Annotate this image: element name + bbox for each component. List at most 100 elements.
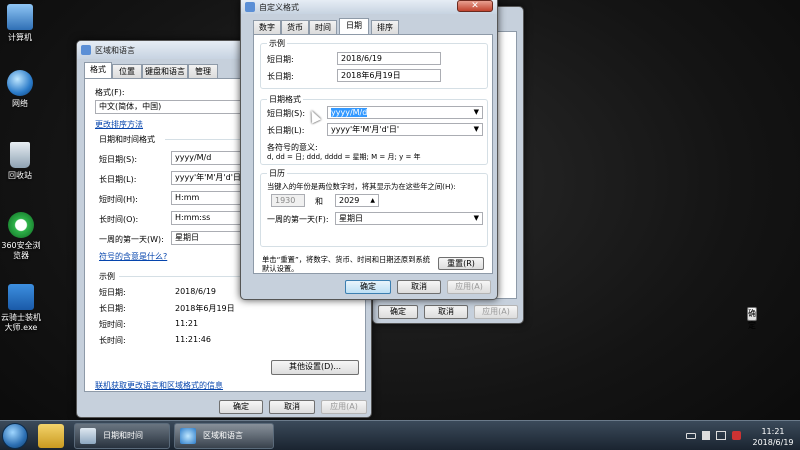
year-to-spinner[interactable]: 2029 ▲ — [335, 194, 379, 207]
custom-example-group: 示例 短日期: 2018/6/19 长日期: 2018年6月19日 — [260, 38, 488, 89]
taskbar: 日期和时间 区域和语言 11:21 2018/6/19 — [0, 420, 800, 450]
computer-icon — [7, 4, 33, 30]
network-globe-icon — [7, 70, 33, 96]
custom-first-day-value: 星期日 — [339, 214, 363, 223]
format-label: 格式(F): — [95, 88, 125, 97]
custom-window-titlebar[interactable]: 自定义格式 ✕ — [241, 0, 497, 14]
date-formats-group: 日期格式 短日期(S): yyyy/M/d ▼ 长日期(L): yyyy'年'M… — [260, 94, 488, 165]
notation-meaning-text: d, dd = 日; ddd, dddd = 星期; M = 月; y = 年 — [267, 153, 421, 161]
customize-format-window: 自定义格式 ✕ 数字 货币 时间 日期 排序 示例 短日期: 2018/6/19… — [240, 0, 498, 300]
tab-administrative[interactable]: 管理 — [188, 64, 218, 78]
region-ok-button[interactable]: 确定 — [219, 400, 263, 414]
tab-keyboards[interactable]: 键盘和语言 — [142, 64, 188, 78]
custom-first-day-select[interactable]: 星期日 ▼ — [335, 212, 483, 225]
volume-tray-icon[interactable] — [732, 431, 741, 440]
start-button[interactable] — [2, 423, 28, 449]
custom-apply-button[interactable]: 应用(A) — [447, 280, 491, 294]
online-info-link[interactable]: 联机获取更改语言和区域格式的信息 — [95, 380, 223, 391]
yunqishi-app-icon — [8, 284, 34, 310]
background-cancel-button[interactable]: 取消 — [424, 305, 468, 319]
background-apply-button[interactable]: 应用(A) — [474, 305, 518, 319]
desktop-icon-yunqishi[interactable]: 云骑士装机大师.exe — [0, 284, 42, 333]
other-settings-button[interactable]: 其他设置(D)... — [271, 360, 359, 375]
close-icon[interactable]: ✕ — [457, 0, 493, 12]
chevron-down-icon[interactable]: ▼ — [474, 107, 479, 118]
network-tray-icon[interactable] — [716, 431, 726, 440]
tab-format[interactable]: 格式 — [84, 62, 112, 78]
year-from-value: 1930 — [275, 196, 296, 205]
desktop-icon-computer[interactable]: 计算机 — [2, 4, 38, 43]
custom-ok-button[interactable]: 确定 — [345, 280, 391, 294]
chevron-down-icon[interactable]: ▼ — [474, 213, 479, 224]
datetime-group-title: 日期和时间格式 — [99, 135, 155, 144]
360-browser-icon — [8, 212, 34, 238]
globe-clock-icon — [180, 428, 196, 444]
calendar-clock-icon — [80, 428, 96, 444]
long-date-label: 长日期(L): — [99, 175, 137, 184]
keyboard-tray-icon[interactable] — [686, 433, 696, 439]
format-select-value: 中文(简体，中国) — [99, 102, 162, 111]
custom-fmt-long-value: yyyy'年'M'月'd'日' — [331, 125, 400, 134]
date-formats-title: 日期格式 — [267, 94, 303, 105]
short-time-label: 短时间(H): — [99, 195, 138, 204]
custom-first-day-label: 一周的第一天(F): — [267, 215, 329, 224]
long-date-value: yyyy'年'M'月'd'日' — [175, 173, 244, 182]
custom-window-title: 自定义格式 — [259, 3, 299, 12]
example-long-date-value: 2018年6月19日 — [175, 304, 235, 313]
region-cancel-button[interactable]: 取消 — [269, 400, 315, 414]
year-from-field: 1930 — [271, 194, 305, 207]
custom-window-icon — [245, 2, 255, 12]
tab-currency[interactable]: 货币 — [281, 20, 309, 34]
short-date-label: 短日期(S): — [99, 155, 138, 164]
reset-button[interactable]: 重置(R) — [438, 257, 484, 270]
taskbar-item-region-language[interactable]: 区域和语言 — [174, 423, 274, 449]
region-apply-button[interactable]: 应用(A) — [321, 400, 367, 414]
region-window-icon — [81, 45, 91, 55]
chevron-down-icon[interactable]: ▼ — [474, 124, 479, 135]
tab-time[interactable]: 时间 — [309, 20, 337, 34]
taskbar-item-date-time[interactable]: 日期和时间 — [74, 423, 170, 449]
recycle-bin-icon — [10, 142, 30, 168]
custom-long-date-label: 长日期: — [267, 72, 294, 81]
notation-meaning-link[interactable]: 符号的含意是什么? — [99, 251, 167, 262]
desktop-icon-network[interactable]: 网络 — [2, 70, 38, 109]
custom-long-date-example: 2018年6月19日 — [337, 69, 441, 82]
and-label: 和 — [315, 197, 323, 206]
explorer-taskbar-icon[interactable] — [38, 424, 64, 448]
example-long-date-label: 长日期: — [99, 304, 126, 313]
tab-location[interactable]: 位置 — [112, 64, 142, 78]
desktop-icon-label: 360安全浏览器 — [1, 241, 41, 260]
short-date-value: yyyy/M/d — [175, 153, 212, 162]
custom-fmt-long-label: 长日期(L): — [267, 126, 305, 135]
desktop-icon-recycle-bin[interactable]: 回收站 — [2, 142, 38, 181]
clock-date: 2018/6/19 — [752, 438, 794, 447]
short-time-value: H:mm — [175, 193, 200, 202]
custom-example-title: 示例 — [267, 38, 287, 49]
reset-description: 单击“重置”，将数字、货币、时间和日期还原到系统默认设置。 — [262, 255, 431, 273]
calendar-group: 日历 当键入的年份是两位数字时，将其显示为在这些年之间(H): 1930 和 2… — [260, 168, 488, 247]
background-ok-button[interactable]: 确定 — [378, 305, 418, 319]
tab-sorting[interactable]: 排序 — [371, 20, 399, 34]
spinner-arrows-icon[interactable]: ▲ — [370, 195, 375, 206]
custom-fmt-short-value: yyyy/M/d — [331, 108, 368, 117]
background-ok-button[interactable]: 确定 — [747, 307, 757, 330]
year-to-value: 2029 — [339, 196, 360, 205]
change-sort-link[interactable]: 更改排序方法 — [95, 119, 143, 130]
two-digit-year-desc: 当键入的年份是两位数字时，将其显示为在这些年之间(H): — [267, 182, 456, 191]
tab-numbers[interactable]: 数字 — [253, 20, 281, 34]
custom-short-date-label: 短日期: — [267, 55, 294, 64]
example-short-date-value: 2018/6/19 — [175, 287, 217, 296]
custom-fmt-short-combo[interactable]: yyyy/M/d ▼ — [327, 106, 483, 119]
example-long-time-label: 长时间: — [99, 336, 126, 345]
desktop-icon-label: 网络 — [12, 99, 28, 108]
custom-cancel-button[interactable]: 取消 — [397, 280, 441, 294]
desktop-icon-360-browser[interactable]: 360安全浏览器 — [0, 212, 42, 261]
clock[interactable]: 11:21 2018/6/19 — [748, 426, 798, 448]
custom-fmt-long-combo[interactable]: yyyy'年'M'月'd'日' ▼ — [327, 123, 483, 136]
tab-date[interactable]: 日期 — [339, 18, 369, 34]
flag-tray-icon[interactable] — [702, 431, 710, 440]
desktop-icon-label: 计算机 — [8, 33, 32, 42]
custom-short-date-example: 2018/6/19 — [337, 52, 441, 65]
desktop-icon-label: 云骑士装机大师.exe — [1, 313, 41, 332]
custom-long-date-example-value: 2018年6月19日 — [341, 71, 401, 80]
